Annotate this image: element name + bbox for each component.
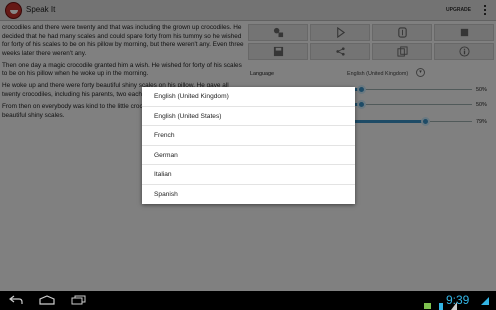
clock: 9:39 — [446, 293, 470, 307]
language-option[interactable]: Spanish — [142, 185, 355, 205]
language-option[interactable]: French — [142, 126, 355, 146]
system-nav-bar: 9:39 — [0, 291, 496, 310]
language-option[interactable]: English (United States) — [142, 107, 355, 126]
back-icon[interactable] — [9, 295, 23, 305]
language-option[interactable]: German — [142, 146, 355, 165]
recent-apps-icon[interactable] — [71, 295, 86, 305]
language-dialog: English (United Kingdom) English (United… — [142, 87, 355, 204]
language-option[interactable]: English (United Kingdom) — [142, 87, 355, 107]
usb-icon — [424, 303, 431, 309]
home-icon[interactable] — [39, 295, 55, 305]
battery-icon — [439, 303, 444, 310]
language-option[interactable]: Italian — [142, 165, 355, 185]
signal-icon — [480, 296, 490, 305]
